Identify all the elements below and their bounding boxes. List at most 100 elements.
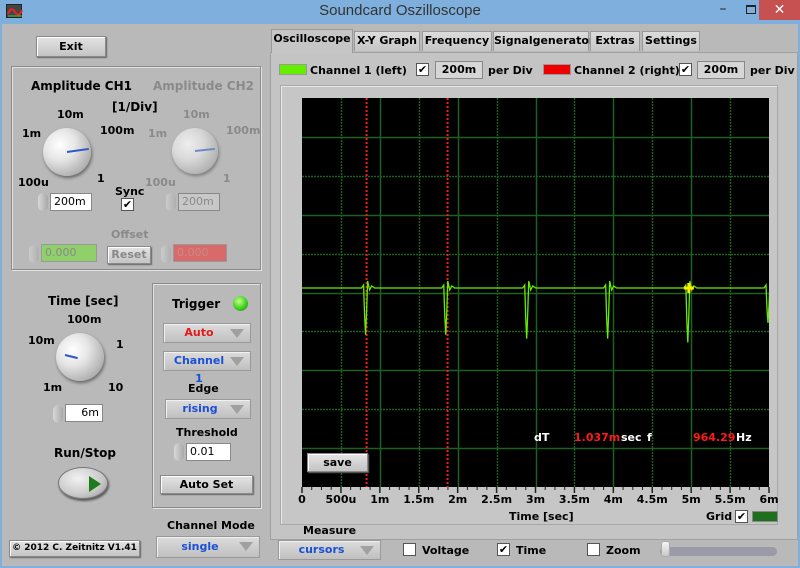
ch2-amplitude-spinner xyxy=(166,193,176,211)
minimize-icon[interactable]: – xyxy=(710,0,736,22)
amplitude-ch2-knob xyxy=(172,128,218,174)
voltage-label: Voltage xyxy=(422,544,470,557)
grid-color-swatch[interactable] xyxy=(752,511,778,522)
threshold-input[interactable]: 0.01 xyxy=(186,443,231,461)
measure-dropdown[interactable]: cursors xyxy=(278,540,381,560)
sync-checkbox[interactable]: ✔ xyxy=(121,198,134,211)
chevron-down-icon xyxy=(230,357,244,366)
ch2-color-swatch[interactable] xyxy=(543,64,571,75)
grid-label: Grid xyxy=(706,510,733,523)
ch1-amplitude-spinner[interactable] xyxy=(38,193,48,211)
zoom-slider-track[interactable] xyxy=(660,547,777,556)
measure-label: Measure xyxy=(303,524,357,537)
time-scale-1: 1 xyxy=(116,338,124,351)
ch1-scale-display: 200m xyxy=(435,61,483,79)
channel-mode-dropdown[interactable]: single xyxy=(156,536,260,558)
x-tick-label: 2.5m xyxy=(481,493,513,506)
time-spinner[interactable] xyxy=(53,405,63,423)
dt-label: dT xyxy=(534,431,550,444)
window-title: Soundcard Oszilloscope xyxy=(319,2,481,19)
trigger-edge-dropdown[interactable]: rising xyxy=(165,399,251,419)
trigger-led xyxy=(233,296,248,311)
time-checkbox[interactable]: ✔ xyxy=(497,543,510,556)
exit-button[interactable]: Exit xyxy=(36,36,106,57)
x-tick-label: 1.5m xyxy=(403,493,435,506)
time-scale-10: 10 xyxy=(108,381,124,394)
grid-checkbox[interactable]: ✔ xyxy=(735,510,748,523)
chevron-down-icon xyxy=(230,405,244,414)
tab-extras[interactable]: Extras xyxy=(590,31,640,51)
scope-plot[interactable] xyxy=(302,98,769,487)
ch1-scale-1m: 1m xyxy=(22,127,42,140)
x-tick-label: 4m xyxy=(603,493,623,506)
ch1-enable-checkbox[interactable]: ✔ xyxy=(416,63,429,76)
ch1-color-swatch[interactable] xyxy=(279,64,307,75)
amplitude-ch2-title: Amplitude CH2 xyxy=(153,79,254,93)
title-bar: Soundcard Oszilloscope – ✕ xyxy=(0,0,800,24)
tab-frequency[interactable]: Frequency xyxy=(422,31,492,51)
threshold-spinner[interactable] xyxy=(174,443,184,461)
sync-label: Sync xyxy=(115,185,145,198)
x-tick-label: 1m xyxy=(370,493,390,506)
time-knob[interactable] xyxy=(56,333,104,381)
ch2-scale-100m: 100m xyxy=(226,124,261,137)
tab-settings[interactable]: Settings xyxy=(642,31,700,51)
time-scale-10m: 10m xyxy=(28,334,55,347)
copyright-label: © 2012 C. Zeitnitz V1.41 xyxy=(9,540,140,557)
ch1-amplitude-input[interactable]: 200m xyxy=(50,193,92,211)
auto-set-button[interactable]: Auto Set xyxy=(160,475,253,494)
close-icon[interactable]: ✕ xyxy=(759,0,800,20)
trigger-edge-value: rising xyxy=(182,402,218,415)
run-stop-label: Run/Stop xyxy=(54,446,116,460)
dt-unit: sec xyxy=(621,431,642,444)
tab-signalgenerator[interactable]: Signalgenerator xyxy=(493,31,594,51)
freq-unit: Hz xyxy=(736,431,752,444)
x-tick-label: 0 xyxy=(298,493,306,506)
freq-label: f xyxy=(647,431,652,444)
tab-xy-graph[interactable]: X-Y Graph xyxy=(354,31,420,51)
ch2-scale-10m: 10m xyxy=(183,108,210,121)
ch2-per-div-label: per Div xyxy=(750,64,795,77)
zoom-slider-thumb[interactable] xyxy=(661,541,670,557)
time-scale-1m: 1m xyxy=(43,381,63,394)
run-stop-button[interactable] xyxy=(58,467,108,499)
x-tick-label: 5.5m xyxy=(714,493,746,506)
ch1-scale-100u: 100u xyxy=(18,176,49,189)
channel-mode-value: single xyxy=(181,540,219,553)
voltage-checkbox[interactable] xyxy=(403,543,416,556)
x-tick-label: 5m xyxy=(681,493,701,506)
save-button[interactable]: save xyxy=(307,453,368,472)
play-icon xyxy=(89,476,101,492)
amplitude-ch1-knob[interactable] xyxy=(43,128,91,176)
trigger-title: Trigger xyxy=(172,297,221,311)
zoom-checkbox[interactable] xyxy=(587,543,600,556)
zoom-label: Zoom xyxy=(606,544,641,557)
time-scale-100m: 100m xyxy=(67,313,102,326)
trigger-mode-dropdown[interactable]: Auto xyxy=(163,323,251,343)
x-tick-label: 500u xyxy=(325,493,357,506)
ch1-scale-10m: 10m xyxy=(57,108,84,121)
ch1-label: Channel 1 (left) xyxy=(310,64,407,77)
ch2-scale-1: 1 xyxy=(223,172,231,185)
offset-ch1-spinner xyxy=(29,245,39,263)
time-title: Time [sec] xyxy=(48,294,119,308)
x-tick-label: 6m xyxy=(759,493,779,506)
time-input[interactable]: 6m xyxy=(65,404,103,422)
time-label: Time xyxy=(516,544,547,557)
chevron-down-icon xyxy=(360,546,374,555)
x-tick-label: 2m xyxy=(448,493,468,506)
measure-value: cursors xyxy=(298,543,345,556)
ch1-waveform xyxy=(302,280,769,343)
ch2-label: Channel 2 (right) xyxy=(574,64,680,77)
trigger-mode-value: Auto xyxy=(184,326,214,339)
trigger-channel-dropdown[interactable]: Channel 1 xyxy=(163,351,251,385)
ch1-scale-100m: 100m xyxy=(100,124,135,137)
tab-oscilloscope[interactable]: Oscilloscope xyxy=(271,29,353,53)
chevron-down-icon xyxy=(239,542,253,551)
threshold-label: Threshold xyxy=(176,426,238,439)
ch2-scale-display: 200m xyxy=(697,61,745,79)
ch1-per-div-label: per Div xyxy=(488,64,533,77)
x-tick-label: 3.5m xyxy=(558,493,590,506)
ch2-enable-checkbox[interactable]: ✔ xyxy=(679,63,692,76)
offset-ch1-input: 0.000 xyxy=(41,244,97,262)
